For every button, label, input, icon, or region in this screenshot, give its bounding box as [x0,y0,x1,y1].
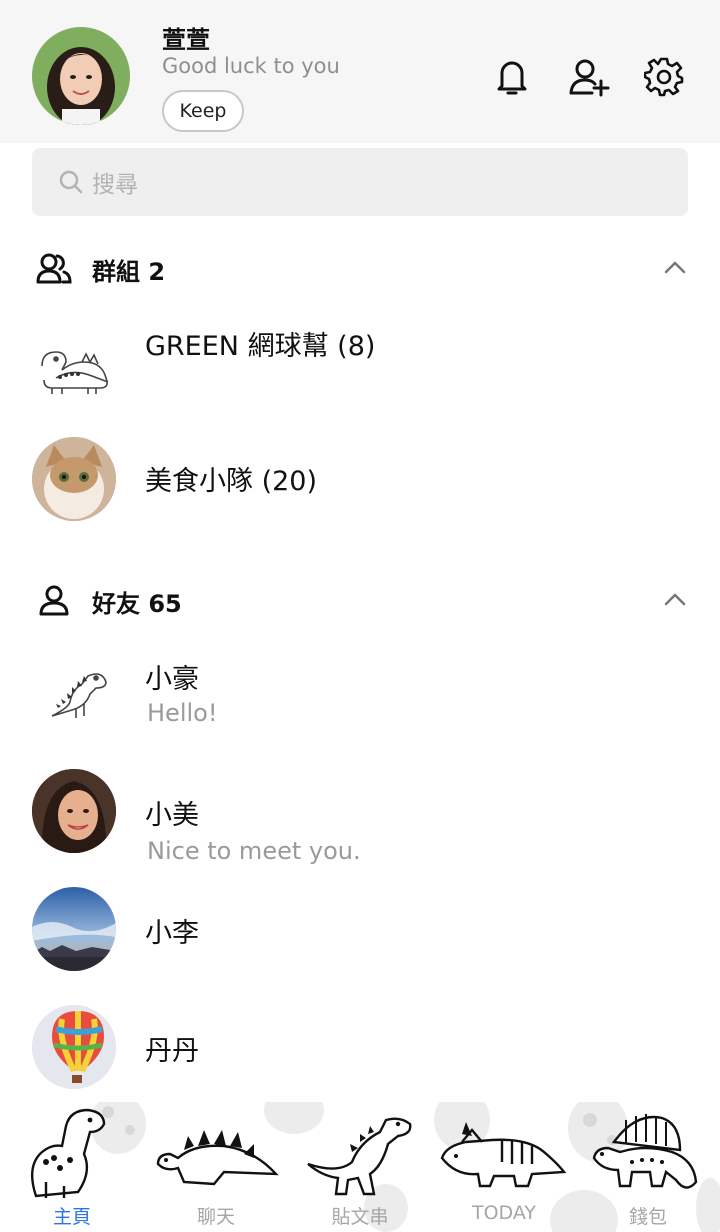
profile-header: 萱萱 Good luck to you Keep [0,0,720,143]
friend-avatar-balloon [32,1005,116,1089]
tab-timeline[interactable]: 貼文串 [288,1102,432,1232]
friend-status-message: Hello! [147,699,218,727]
friend-name: 丹丹 [145,1036,199,1067]
list-item-group[interactable]: 美食小隊 (20) [0,427,720,527]
bottom-tab-bar: 主頁 聊天 貼文串 TODAY 錢包 [0,1102,720,1232]
friend-name: 小豪 [145,664,199,695]
add-friend-icon[interactable] [568,55,612,99]
tab-home-label: 主頁 [52,1206,91,1228]
friend-icon [36,584,72,618]
group-name: GREEN 網球幫 (8) [145,331,376,362]
friend-avatar-dinosaur [32,650,116,734]
bell-icon[interactable] [490,55,534,99]
chevron-up-icon[interactable] [660,588,690,610]
group-avatar-dinosaur [32,322,116,406]
profile-name: 萱萱 [162,26,210,54]
tab-today[interactable]: TODAY [432,1102,576,1232]
list-item-friend[interactable]: 丹丹 [0,1003,720,1103]
friend-name: 小美 [145,800,199,831]
group-name: 美食小隊 (20) [145,466,318,497]
tab-today-label: TODAY [472,1202,536,1224]
list-item-friend[interactable]: 小豪 Hello! [0,645,720,745]
home-dinosaur-icon [30,1108,106,1198]
friend-name: 小李 [145,918,199,949]
settings-gear-icon[interactable] [642,55,686,99]
group-avatar-cat [32,437,116,521]
chat-dinosaur-icon [156,1130,279,1186]
friend-avatar-sky [32,887,116,971]
friends-section-title: 好友 65 [92,590,182,618]
profile-status-message[interactable]: Good luck to you [162,54,340,78]
tab-wallet[interactable]: 錢包 [576,1102,720,1232]
tab-wallet-label: 錢包 [628,1206,667,1228]
tab-chat-label: 聊天 [196,1206,235,1228]
tab-timeline-label: 貼文串 [331,1206,389,1228]
list-item-friend[interactable]: 小李 [0,885,720,985]
profile-avatar[interactable] [32,27,130,125]
search-icon [58,169,84,195]
list-item-friend[interactable]: 小美 Nice to meet you. [0,765,720,865]
friends-section-header[interactable]: 好友 65 [0,574,720,624]
list-item-group[interactable]: GREEN 網球幫 (8) [0,310,720,410]
friend-status-message: Nice to meet you. [147,837,361,865]
friend-avatar-woman [32,769,116,853]
search-bar[interactable]: 搜尋 [32,148,688,216]
keep-button[interactable]: Keep [162,90,244,132]
chevron-up-icon[interactable] [660,256,690,278]
tab-home[interactable]: 主頁 [0,1102,144,1232]
wallet-dinosaur-icon [592,1114,698,1189]
timeline-dinosaur-icon [307,1117,412,1196]
groups-section-header[interactable]: 群組 2 [0,242,720,292]
today-dinosaur-icon [440,1122,567,1188]
search-input[interactable]: 搜尋 [92,165,138,199]
groups-section-title: 群組 2 [92,258,166,286]
tab-chat[interactable]: 聊天 [144,1102,288,1232]
group-icon [36,252,72,286]
